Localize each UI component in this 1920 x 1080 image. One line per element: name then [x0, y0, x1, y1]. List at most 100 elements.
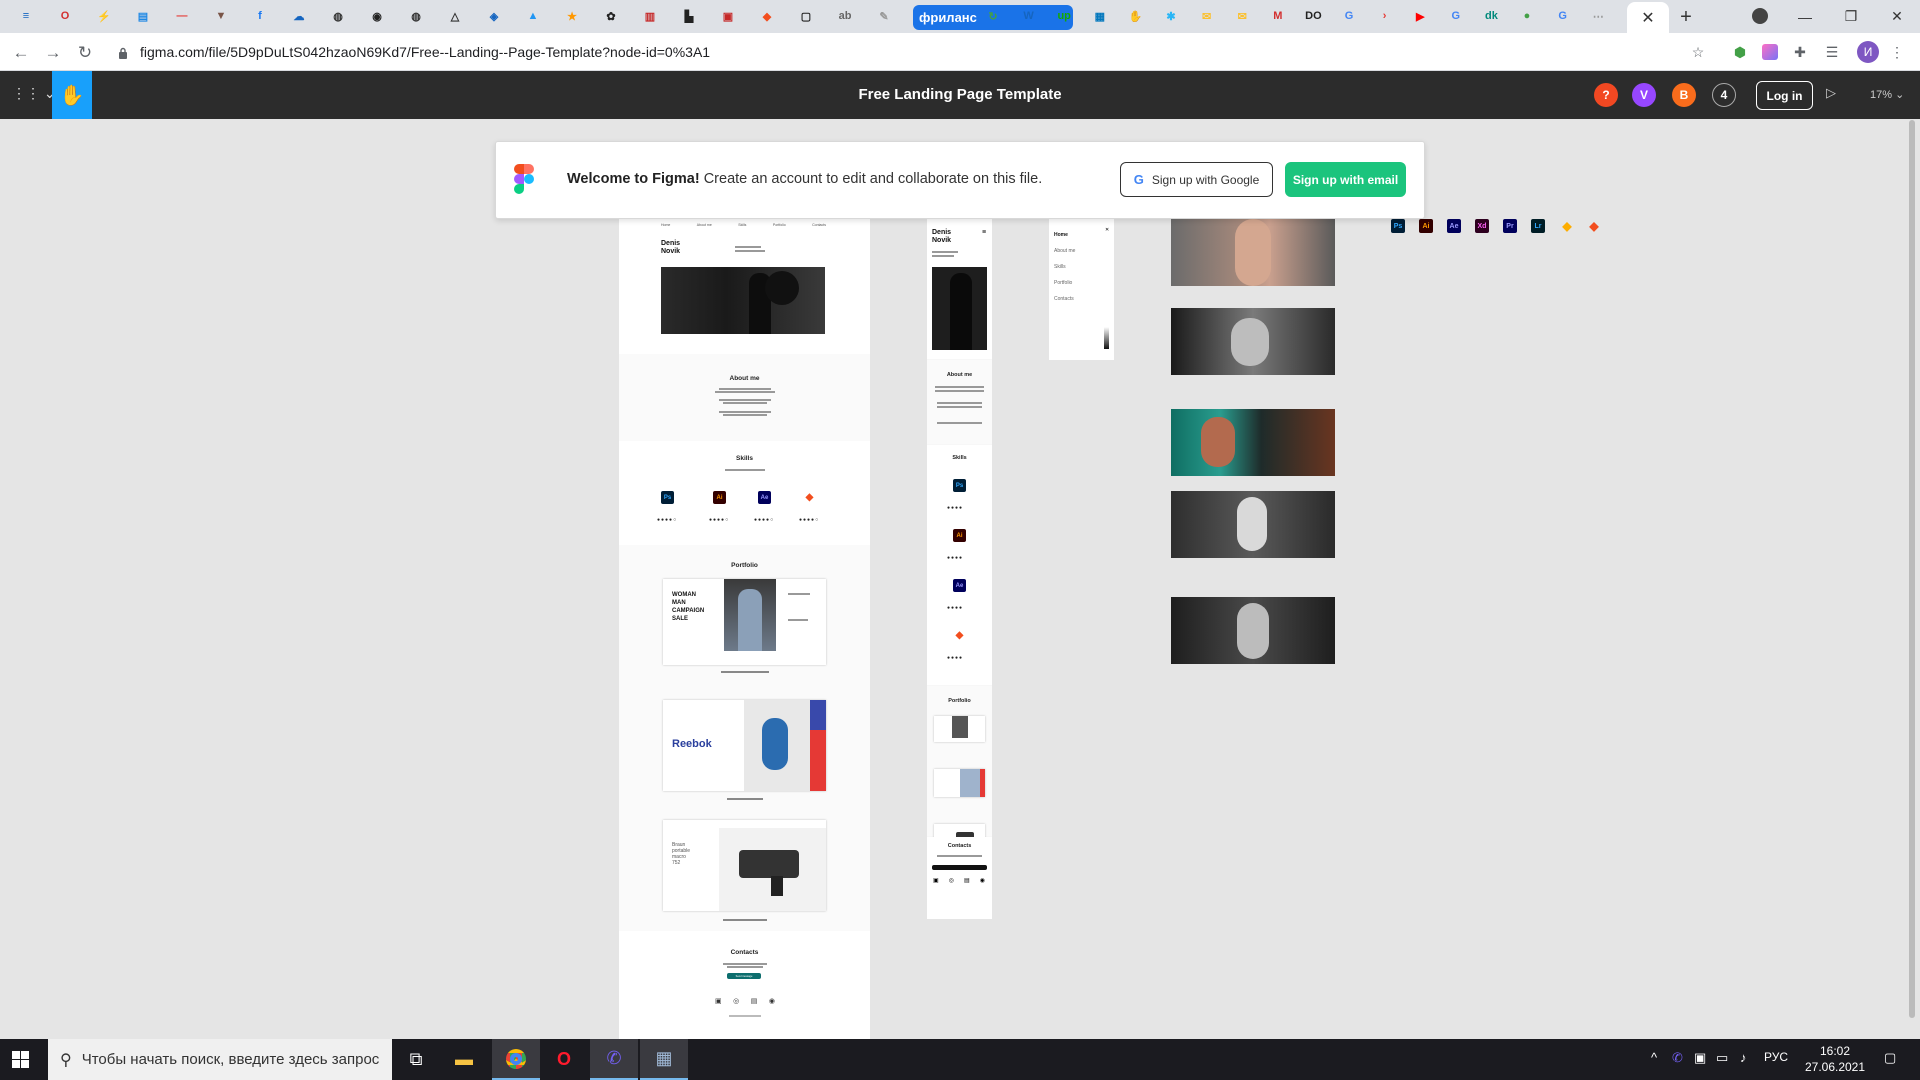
mobile-hamburger-icon[interactable]: ≡: [982, 229, 986, 236]
facebook-icon[interactable]: f: [248, 4, 272, 28]
social-icon[interactable]: ▤: [964, 877, 970, 884]
portfolio-card-braun[interactable]: Braun portable macro 752: [663, 820, 826, 911]
close-tab-icon[interactable]: ✕: [1641, 8, 1654, 28]
gmail-icon[interactable]: M: [1266, 4, 1290, 28]
mobile-menu-item[interactable]: Home: [1054, 227, 1075, 243]
reload-icon[interactable]: ↻: [72, 40, 98, 66]
globe-icon[interactable]: ◍: [326, 4, 350, 28]
file-title[interactable]: Free Landing Page Template: [858, 86, 1061, 103]
figma-canvas[interactable]: Welcome to Figma! Create an account to e…: [0, 119, 1920, 1039]
image-icon[interactable]: ▲: [521, 4, 545, 28]
notifications-icon[interactable]: ▢: [1884, 1050, 1896, 1066]
figma-icon[interactable]: ◆: [755, 4, 779, 28]
desktop-nav-item[interactable]: About me: [697, 223, 712, 231]
mail-icon[interactable]: ✉: [1195, 4, 1219, 28]
google-icon[interactable]: G: [1337, 4, 1361, 28]
social-icon[interactable]: ◎: [733, 997, 739, 1005]
chat-icon[interactable]: ▢: [794, 4, 818, 28]
dash-icon[interactable]: —: [170, 4, 194, 28]
do-icon[interactable]: DO: [1301, 4, 1325, 28]
mobile-send-button[interactable]: [932, 865, 987, 870]
desktop-frame[interactable]: Home About me Skills Portfolio Contacts Deni…: [619, 219, 870, 1039]
cloud-icon[interactable]: ☁: [287, 4, 311, 28]
word-icon[interactable]: W: [1017, 4, 1041, 28]
hand-tool-icon[interactable]: ✋: [52, 71, 92, 119]
pause-icon[interactable]: ▥: [638, 4, 662, 28]
mobile-menu-item[interactable]: Contacts: [1054, 291, 1075, 307]
task-view-icon[interactable]: ⧉: [392, 1039, 440, 1080]
collaborator-avatar[interactable]: B: [1672, 83, 1696, 107]
mobile-frame[interactable]: Denis Novik ≡ About me Skills Ps ●●●● Ai ●●…: [927, 219, 992, 919]
forward-icon[interactable]: →: [40, 40, 66, 66]
trello-icon[interactable]: ▦: [1088, 4, 1112, 28]
collaborator-avatar[interactable]: ?: [1594, 83, 1618, 107]
calculator-taskbar-icon[interactable]: ▦: [640, 1039, 688, 1080]
portrait-photo-2[interactable]: [1171, 308, 1335, 375]
close-window-button[interactable]: ✕: [1874, 0, 1920, 33]
extension-gradient-icon[interactable]: [1760, 42, 1780, 62]
zoom-level[interactable]: 17% ⌄: [1870, 88, 1904, 101]
minimize-button[interactable]: —: [1782, 0, 1828, 33]
dots-icon[interactable]: ⋯: [1586, 4, 1610, 28]
more-menu-icon[interactable]: ⋮: [1887, 42, 1907, 62]
chrome-taskbar-icon[interactable]: [492, 1039, 540, 1080]
opera-icon[interactable]: O: [53, 4, 77, 28]
social-icon[interactable]: ◉: [980, 877, 985, 884]
sign-up-email-button[interactable]: Sign up with email: [1285, 162, 1406, 197]
social-icon[interactable]: ▣: [715, 997, 722, 1005]
triangle-icon[interactable]: △: [443, 4, 467, 28]
collaborator-avatar[interactable]: V: [1632, 83, 1656, 107]
star-bookmark-icon[interactable]: ☆: [1688, 42, 1708, 62]
snow-icon[interactable]: ✱: [1159, 4, 1183, 28]
taskbar-search-box[interactable]: ⚲ Чтобы начать поиск, введите здесь запр…: [48, 1039, 392, 1080]
globe-icon[interactable]: ◍: [404, 4, 428, 28]
github-icon[interactable]: ◉: [365, 4, 389, 28]
back-icon[interactable]: ←: [8, 40, 34, 66]
star-icon[interactable]: ★: [560, 4, 584, 28]
file-explorer-icon[interactable]: ▬: [440, 1039, 488, 1080]
tray-viber-icon[interactable]: ✆: [1672, 1050, 1683, 1066]
canvas-scrollbar[interactable]: [1909, 120, 1915, 1018]
mobile-menu-item[interactable]: Portfolio: [1054, 275, 1075, 291]
tray-camera-icon[interactable]: ▣: [1694, 1050, 1706, 1066]
tray-clock[interactable]: 16:02 27.06.2021: [1800, 1043, 1870, 1075]
extensions-puzzle-icon[interactable]: ✚: [1790, 42, 1810, 62]
desktop-nav-item[interactable]: Skills: [738, 223, 746, 231]
social-icon[interactable]: ▣: [933, 877, 939, 884]
pin-icon[interactable]: ✎: [872, 4, 896, 28]
desktop-nav-item[interactable]: Home: [661, 223, 670, 231]
social-icon[interactable]: ◉: [769, 997, 775, 1005]
active-tab[interactable]: ✕: [1627, 2, 1669, 33]
mail-icon[interactable]: ✉: [1230, 4, 1254, 28]
shield-icon[interactable]: ◈: [482, 4, 506, 28]
tab-search-button[interactable]: [1752, 8, 1768, 24]
collaborator-avatar[interactable]: 4: [1712, 83, 1736, 107]
social-icon[interactable]: ▤: [751, 997, 758, 1005]
desktop-nav-item[interactable]: Contacts: [812, 223, 826, 231]
box-icon[interactable]: ▣: [716, 4, 740, 28]
settings-icon[interactable]: ✿: [599, 4, 623, 28]
maximize-button[interactable]: ❐: [1828, 0, 1874, 33]
sign-up-google-button[interactable]: G Sign up with Google: [1120, 162, 1273, 197]
tray-chevron-icon[interactable]: ^: [1651, 1050, 1657, 1065]
present-play-icon[interactable]: ▷: [1826, 85, 1836, 101]
mobile-portfolio-card[interactable]: [934, 769, 985, 797]
tray-language[interactable]: РУС: [1764, 1050, 1788, 1064]
mobile-menu-frame[interactable]: Home About me Skills Portfolio Contacts ✕: [1049, 219, 1114, 360]
reading-list-icon[interactable]: ☰: [1822, 42, 1842, 62]
figma-main-menu-icon[interactable]: ⋮⋮ ⌄: [12, 85, 56, 102]
fox-icon[interactable]: ▼: [209, 4, 233, 28]
viber-taskbar-icon[interactable]: ✆: [590, 1039, 638, 1080]
portrait-photo-3[interactable]: [1171, 409, 1335, 476]
contacts-send-button[interactable]: Send message: [727, 973, 761, 979]
text-icon[interactable]: ab: [833, 4, 857, 28]
bolt-icon[interactable]: ⚡: [92, 4, 116, 28]
leaf-icon[interactable]: ●: [1515, 4, 1539, 28]
opera-taskbar-icon[interactable]: O: [540, 1039, 588, 1080]
mobile-menu-close-icon[interactable]: ✕: [1105, 227, 1109, 233]
youtube-icon[interactable]: ▶: [1408, 4, 1432, 28]
hand-icon[interactable]: ✋: [1123, 4, 1147, 28]
up-icon[interactable]: up: [1052, 4, 1076, 28]
portfolio-card-fashion[interactable]: WOMAN MAN CAMPAIGN SALE: [663, 579, 826, 665]
portfolio-card-reebok[interactable]: Reebok: [663, 700, 826, 791]
